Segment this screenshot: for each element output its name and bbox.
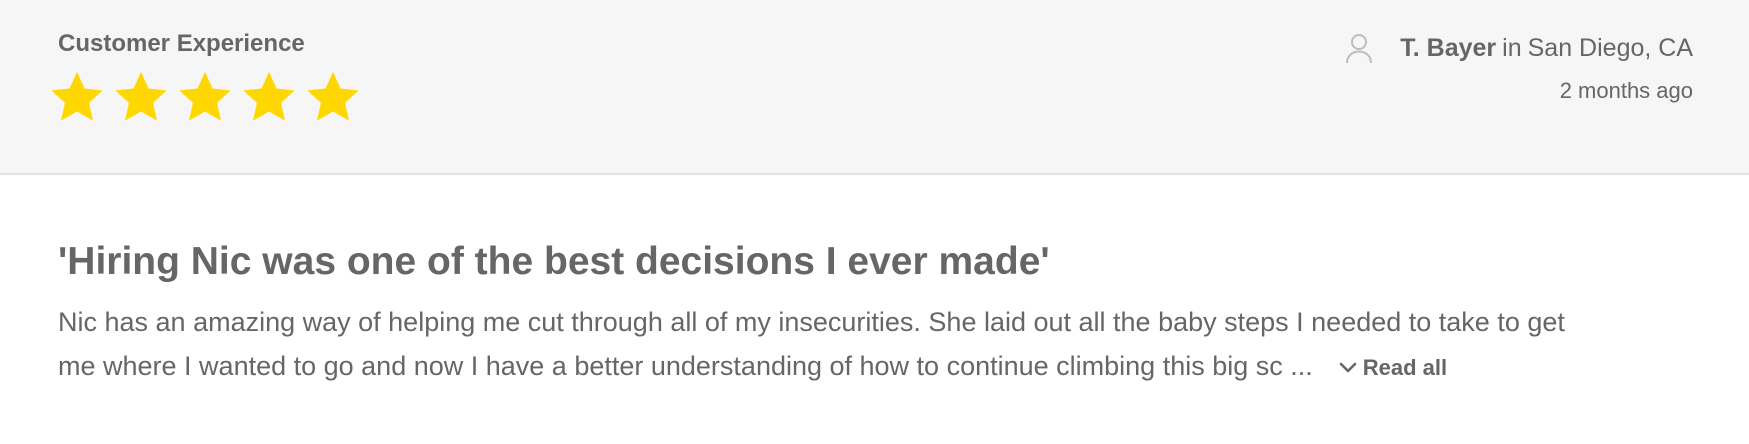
reviewer-info: T. Bayer in San Diego, CA: [1344, 32, 1693, 64]
review-text: Nic has an amazing way of helping me cut…: [58, 300, 1598, 390]
review-body: 'Hiring Nic was one of the best decision…: [58, 238, 1598, 390]
chevron-down-icon: [1339, 362, 1357, 373]
reviewer-name: T. Bayer: [1400, 33, 1497, 62]
star-rating: [48, 68, 362, 126]
star-icon: [51, 71, 103, 121]
read-all-link[interactable]: Read all: [1339, 346, 1447, 390]
user-icon: [1346, 34, 1373, 64]
reviewer-location: San Diego, CA: [1527, 33, 1693, 62]
reviewer-connector: in: [1502, 33, 1522, 62]
review-title: 'Hiring Nic was one of the best decision…: [58, 240, 1050, 283]
review-timestamp: 2 months ago: [1559, 78, 1693, 103]
read-all-label: Read all: [1362, 355, 1448, 380]
review-category: Customer Experience: [58, 30, 305, 57]
star-icon: [243, 71, 295, 121]
star-icon: [115, 71, 167, 121]
review-card: Customer Experience T. Bayer in San Dieg…: [0, 0, 1749, 444]
star-icon: [179, 71, 231, 121]
star-icon: [307, 71, 359, 121]
review-header: Customer Experience T. Bayer in San Dieg…: [0, 0, 1749, 175]
